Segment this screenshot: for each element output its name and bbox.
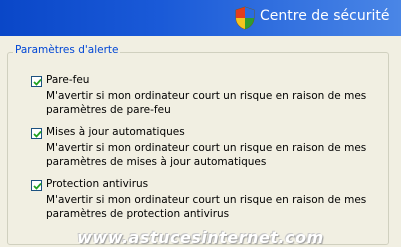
check-icon [33, 182, 42, 190]
check-icon [33, 78, 42, 86]
antivirus-checkbox[interactable] [31, 180, 42, 191]
header-banner: Centre de sécurité [0, 0, 401, 36]
firewall-checkbox[interactable] [31, 76, 42, 87]
shield-icon [235, 6, 255, 30]
settings-panel: Paramètres d'alerte Pare-feu M'avertir s… [0, 36, 401, 247]
firewall-label[interactable]: Pare-feu [46, 74, 89, 86]
antivirus-label[interactable]: Protection antivirus [46, 178, 148, 190]
auto-updates-checkbox[interactable] [31, 128, 42, 139]
auto-updates-description: M'avertir si mon ordinateur court un ris… [46, 142, 367, 168]
watermark: www.astucesinternet.com [77, 228, 324, 247]
firewall-description: M'avertir si mon ordinateur court un ris… [46, 90, 367, 116]
header-title: Centre de sécurité [260, 8, 390, 24]
group-title: Paramètres d'alerte [13, 44, 121, 56]
antivirus-description: M'avertir si mon ordinateur court un ris… [46, 194, 367, 220]
auto-updates-label[interactable]: Mises à jour automatiques [46, 126, 185, 138]
check-icon [33, 130, 42, 138]
